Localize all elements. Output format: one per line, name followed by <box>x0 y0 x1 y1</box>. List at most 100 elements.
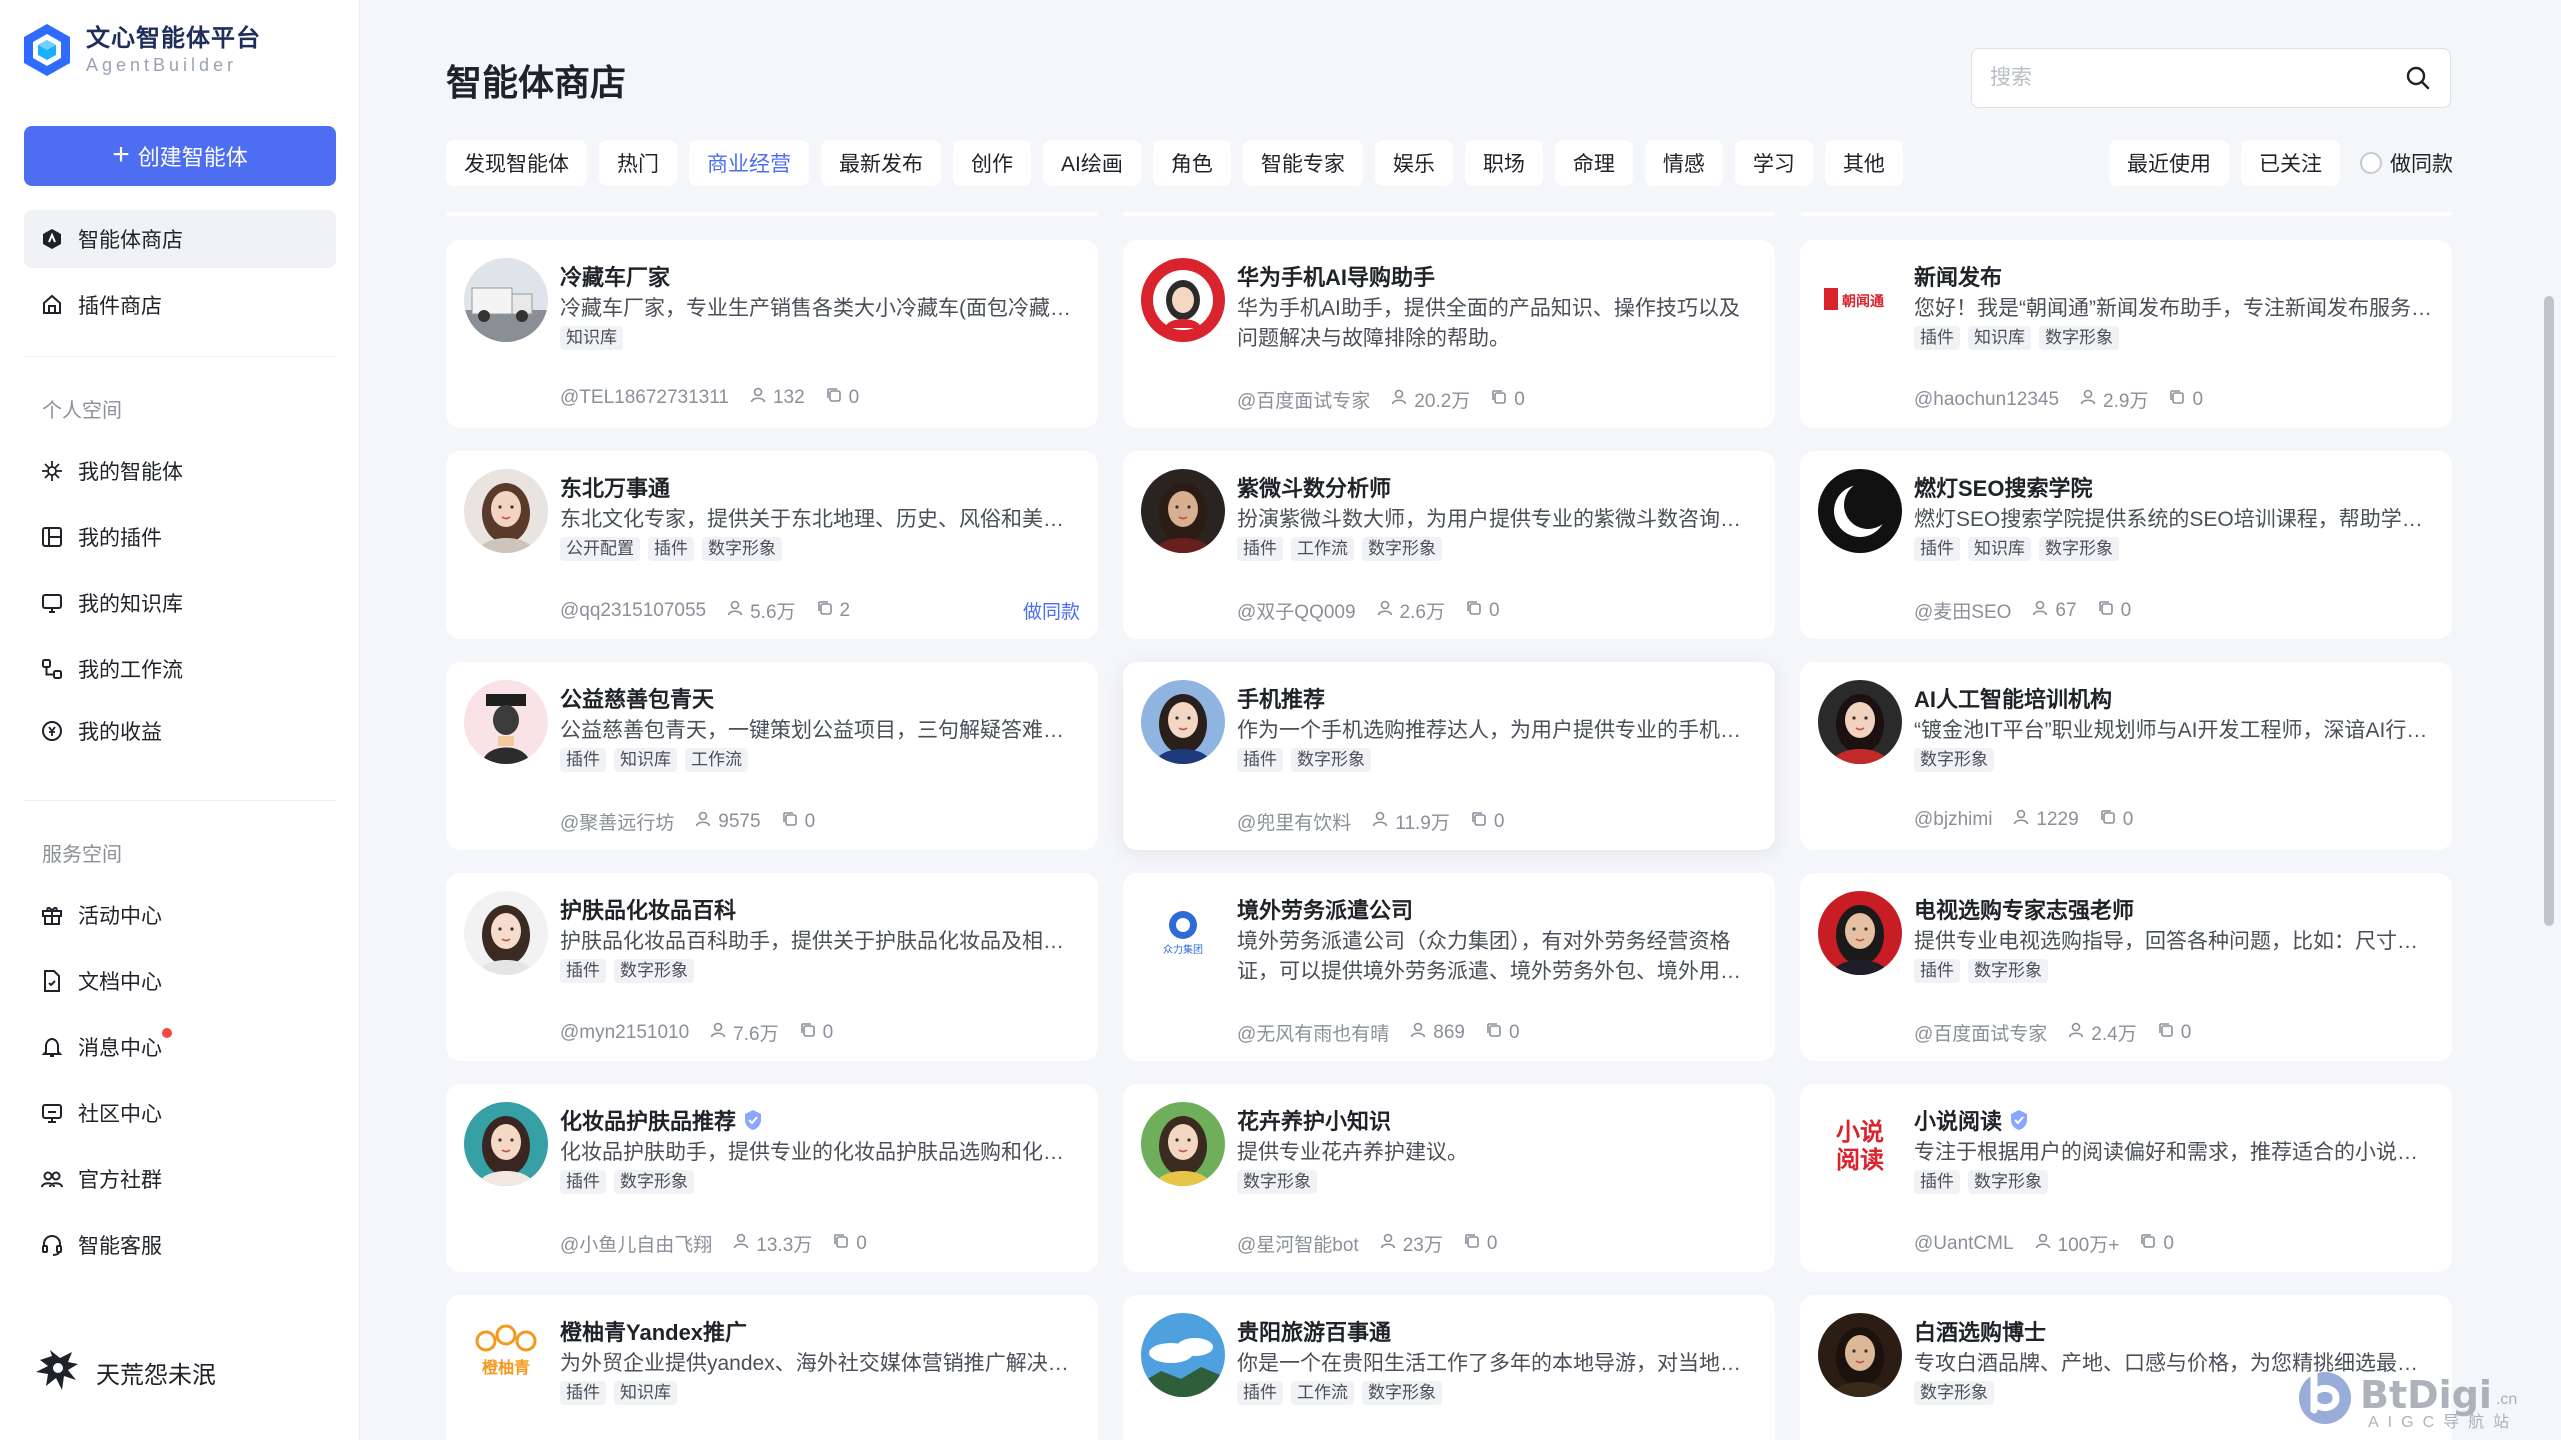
agent-user-count: 5.6万 <box>750 602 796 623</box>
brand-logo[interactable]: 文心智能体平台 AgentBuilder <box>22 22 261 78</box>
agent-name-row: 白酒选购博士 <box>1914 1315 2046 1347</box>
agent-description: 专注于根据用户的阅读偏好和需求，推荐适合的小说作品 <box>1914 1141 2434 1164</box>
sidebar-item-my-agents[interactable]: 我的智能体 <box>24 442 336 500</box>
scrollbar-thumb[interactable] <box>2544 296 2554 926</box>
tab-4[interactable]: 创作 <box>953 140 1031 186</box>
sidebar-item-activity[interactable]: 活动中心 <box>24 886 336 944</box>
sidebar-item-docs[interactable]: 文档中心 <box>24 952 336 1010</box>
agent-author[interactable]: @qq2315107055 <box>560 600 706 622</box>
agent-copy-count: 0 <box>1509 1021 1520 1043</box>
agent-author[interactable]: @UantCML <box>1914 1233 2014 1255</box>
tab-9[interactable]: 职场 <box>1464 140 1543 186</box>
brand-title: 文心智能体平台 <box>86 25 261 52</box>
radio-icon[interactable] <box>2360 152 2382 174</box>
agent-author[interactable]: @haochun12345 <box>1914 389 2059 411</box>
agent-card[interactable]: 花卉养护小知识 提供专业花卉养护建议。 数字形象 @星河智能bot 23万 0 <box>1123 1084 1775 1272</box>
coin-icon <box>40 719 64 743</box>
agent-card[interactable]: 电视选购专家志强老师 提供专业电视选购指导，回答各种问题，比如：尺寸、分辨率、品… <box>1800 873 2452 1061</box>
agent-name-row: 电视选购专家志强老师 <box>1914 893 2134 925</box>
copy-icon <box>832 1232 850 1256</box>
agent-card[interactable]: 燃灯SEO搜索学院 燃灯SEO搜索学院提供系统的SEO培训课程，帮助学员掌握搜索… <box>1800 451 2452 639</box>
tab-10[interactable]: 命理 <box>1554 140 1633 186</box>
agent-author[interactable]: @百度面试专家 <box>1914 1019 2047 1046</box>
tab-7[interactable]: 智能专家 <box>1242 140 1363 186</box>
sidebar-item-messages[interactable]: 消息中心 <box>24 1018 336 1076</box>
agent-card[interactable]: 紫微斗数分析师 扮演紫微斗数大师，为用户提供专业的紫微斗数咨询服务 插件 工作流数… <box>1123 451 1775 639</box>
create-agent-button[interactable]: + 创建智能体 <box>24 126 336 186</box>
search-icon[interactable] <box>2404 64 2432 92</box>
tab-11[interactable]: 情感 <box>1644 140 1723 186</box>
agent-author[interactable]: @myn2151010 <box>560 1022 689 1044</box>
agent-tag: 插件 <box>1237 1381 1283 1405</box>
users-icon <box>1371 810 1389 834</box>
agent-author[interactable]: @无风有雨也有晴 <box>1237 1019 1389 1046</box>
agent-avatar <box>464 258 548 342</box>
agent-author[interactable]: @TEL18672731311 <box>560 387 729 409</box>
agent-name: 花卉养护小知识 <box>1237 1109 1392 1134</box>
search-box[interactable] <box>1971 48 2451 108</box>
tab-0[interactable]: 发现智能体 <box>446 140 587 186</box>
agent-author[interactable]: @bjzhimi <box>1914 809 1992 831</box>
copy-icon <box>2168 388 2186 412</box>
tab-6[interactable]: 角色 <box>1152 140 1231 186</box>
sidebar-item-my-workflows[interactable]: 我的工作流 <box>24 640 336 698</box>
tab-13[interactable]: 其他 <box>1824 140 1903 186</box>
agent-card[interactable]: 朝闻通 新闻发布 您好！我是“朝闻通”新闻发布助手，专注新闻发布服务，为您提供专… <box>1800 240 2452 428</box>
agent-card[interactable]: 华为手机AI导购助手 华为手机AI助手，提供全面的产品知识、操作技巧以及问题解决… <box>1123 240 1775 428</box>
sidebar-item-my-plugins[interactable]: 我的插件 <box>24 508 336 566</box>
agent-card[interactable]: 公益慈善包青天 公益慈善包青天，一键策划公益项目，三句解疑答难，助力慈善事业 插… <box>446 662 1098 850</box>
agent-author[interactable]: @聚善远行坊 <box>560 808 674 835</box>
agent-card[interactable]: 贵阳旅游百事通 你是一个在贵阳生活工作了多年的本地导游，对当地景点了如指掌 插件… <box>1123 1295 1775 1440</box>
agent-author[interactable]: @小鱼儿自由飞翔 <box>560 1230 712 1257</box>
agent-avatar <box>1141 258 1225 342</box>
sidebar-item-my-earnings[interactable]: 我的收益 <box>24 702 336 760</box>
sidebar-item-agent-store[interactable]: 智能体商店 <box>24 210 336 268</box>
agent-copy-count: 2 <box>839 599 851 621</box>
copy-icon <box>2157 1021 2175 1045</box>
agent-avatar <box>1818 1313 1902 1397</box>
search-input[interactable] <box>1990 66 2404 90</box>
sidebar-item-official-group[interactable]: 官方社群 <box>24 1150 336 1208</box>
unread-dot <box>162 1028 172 1038</box>
sidebar-item-plugin-store[interactable]: 插件商店 <box>24 276 336 334</box>
make-same-button[interactable]: 做同款 <box>1023 597 1080 624</box>
agent-meta: @myn2151010 7.6万 0 <box>560 1019 833 1046</box>
agent-user-count: 869 <box>1433 1021 1465 1043</box>
agent-card[interactable]: 橙柚青 橙柚青Yandex推广 为外贸企业提供yandex、海外社交媒体营销推广… <box>446 1295 1098 1440</box>
agent-card[interactable]: 化妆品护肤品推荐 化妆品护肤助手，提供专业的化妆品护肤品选购和化妆技巧建议 插件… <box>446 1084 1098 1272</box>
agent-author[interactable]: @麦田SEO <box>1914 597 2011 624</box>
tab-1[interactable]: 热门 <box>599 140 677 186</box>
agent-avatar <box>1141 1102 1225 1186</box>
user-profile[interactable]: 天荒怨未泯 <box>32 1346 216 1398</box>
sidebar-item-community[interactable]: 社区中心 <box>24 1084 336 1142</box>
agent-tag: 插件 <box>648 537 694 561</box>
agent-card[interactable]: 众力集团 境外劳务派遣公司 境外劳务派遣公司（众力集团），有对外劳务经营资格证，… <box>1123 873 1775 1061</box>
filter-recent[interactable]: 最近使用 <box>2109 140 2229 186</box>
tab-12[interactable]: 学习 <box>1734 140 1813 186</box>
agent-name: 手机推荐 <box>1237 687 1326 712</box>
agent-card[interactable]: 护肤品化妆品百科 护肤品化妆品百科助手，提供关于护肤品化妆品及相关知识的全面解答… <box>446 873 1098 1061</box>
agent-card[interactable]: 东北万事通 东北文化专家，提供关于东北地理、历史、风俗和美食的全面介绍 公开配置… <box>446 451 1098 639</box>
agent-avatar <box>464 1102 548 1186</box>
sidebar-item-support[interactable]: 智能客服 <box>24 1216 336 1274</box>
copy-icon <box>1465 599 1483 623</box>
agent-card[interactable]: 冷藏车厂家 冷藏车厂家，专业生产销售各类大小冷藏车(面包冷藏车、小型冷藏车、中型… <box>446 240 1098 428</box>
agent-author[interactable]: @百度面试专家 <box>1237 386 1370 413</box>
same-style-toggle[interactable]: 做同款 <box>2360 148 2453 178</box>
filter-followed[interactable]: 已关注 <box>2241 140 2340 186</box>
agent-tags: 插件 数字形象 <box>1914 1170 2048 1194</box>
agent-author[interactable]: @兜里有饮料 <box>1237 808 1351 835</box>
agent-card[interactable]: 手机推荐 作为一个手机选购推荐达人，为用户提供专业的手机选购建议与推荐 插件数字… <box>1123 662 1775 850</box>
agent-card[interactable]: AI人工智能培训机构 “镀金池IT平台”职业规划师与AI开发工程师，深谙AI行业… <box>1800 662 2452 850</box>
tab-8[interactable]: 娱乐 <box>1374 140 1453 186</box>
store-icon <box>40 227 64 251</box>
tab-2[interactable]: 商业经营 <box>689 140 809 186</box>
agent-author[interactable]: @双子QQ009 <box>1237 597 1356 624</box>
tab-5[interactable]: AI绘画 <box>1043 140 1141 186</box>
agent-name-row: 小说阅读 <box>1914 1104 2030 1136</box>
agent-author[interactable]: @星河智能bot <box>1237 1230 1359 1257</box>
agent-card[interactable]: 小说 阅读 小说阅读 专注于根据用户的阅读偏好和需求，推荐适合的小说作品 插件 数字… <box>1800 1084 2452 1272</box>
sidebar-item-my-knowledge[interactable]: 我的知识库 <box>24 574 336 632</box>
tab-3[interactable]: 最新发布 <box>821 140 941 186</box>
agent-copy-count: 0 <box>848 387 860 408</box>
